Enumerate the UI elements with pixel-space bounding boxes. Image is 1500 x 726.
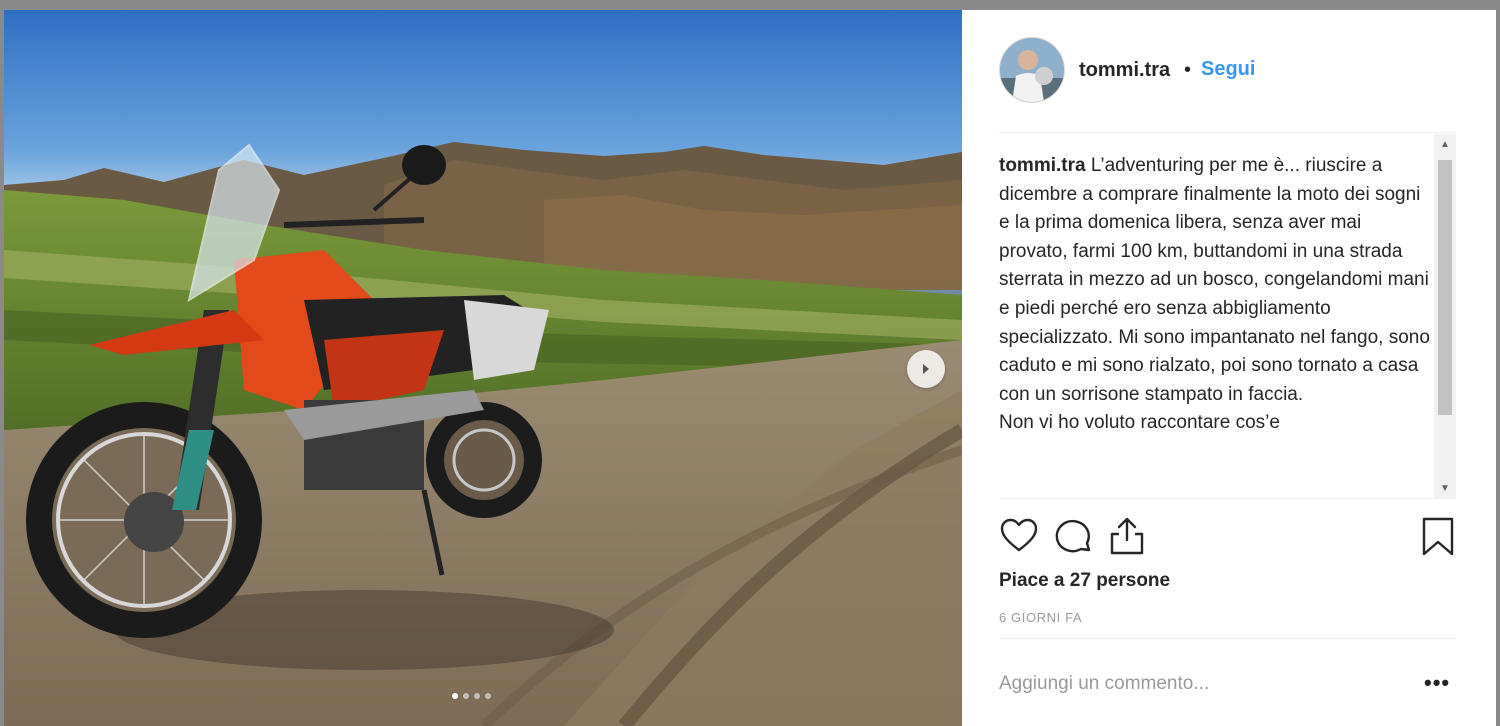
- comment-divider: [999, 638, 1456, 639]
- carousel-dot: [452, 693, 458, 699]
- comment-bubble-icon[interactable]: [1053, 516, 1095, 558]
- avatar[interactable]: [999, 37, 1065, 103]
- carousel-dot: [474, 693, 480, 699]
- caption-text-continued: Non vi ho voluto raccontare cos’e: [999, 412, 1280, 434]
- post-username[interactable]: tommi.tra: [1079, 59, 1170, 82]
- motorcycle-photo: [4, 10, 962, 726]
- heart-icon[interactable]: [999, 516, 1039, 556]
- caption: tommi.tra L’adventuring per me è... rius…: [999, 152, 1431, 438]
- more-options-button[interactable]: •••: [1424, 670, 1450, 696]
- post-header: tommi.tra • Segui: [962, 10, 1496, 132]
- chevron-right-icon: [923, 364, 929, 374]
- follow-button[interactable]: Segui: [1201, 58, 1255, 81]
- post-photo[interactable]: [4, 10, 962, 726]
- profile-photo: [1000, 38, 1064, 102]
- post-timestamp[interactable]: 6 GIORNI FA: [999, 610, 1082, 625]
- carousel-dot: [463, 693, 469, 699]
- scroll-up-arrow-icon[interactable]: ▲: [1434, 134, 1456, 154]
- caption-scroll-area[interactable]: tommi.tra L’adventuring per me è... rius…: [962, 134, 1496, 498]
- comment-input[interactable]: [999, 666, 1399, 702]
- share-upload-icon[interactable]: [1107, 516, 1147, 556]
- caption-text: L’adventuring per me è... riuscire a dic…: [999, 155, 1430, 405]
- caption-divider: [999, 498, 1456, 499]
- post-modal: tommi.tra • Segui tommi.tra L’adventurin…: [4, 10, 1496, 726]
- scrollbar-thumb[interactable]: [1438, 160, 1452, 415]
- separator-dot: •: [1184, 59, 1192, 81]
- header-divider: [999, 132, 1456, 133]
- caption-scrollbar[interactable]: ▲ ▼: [1434, 134, 1456, 498]
- likes-count[interactable]: Piace a 27 persone: [999, 570, 1170, 592]
- post-side-panel: tommi.tra • Segui tommi.tra L’adventurin…: [962, 10, 1496, 726]
- next-photo-button[interactable]: [907, 350, 945, 388]
- action-bar: [999, 516, 1459, 560]
- caption-username[interactable]: tommi.tra: [999, 155, 1086, 176]
- bookmark-icon[interactable]: [1420, 516, 1456, 558]
- carousel-dot: [485, 693, 491, 699]
- scroll-down-arrow-icon[interactable]: ▼: [1434, 478, 1456, 498]
- carousel-indicator: [452, 693, 491, 699]
